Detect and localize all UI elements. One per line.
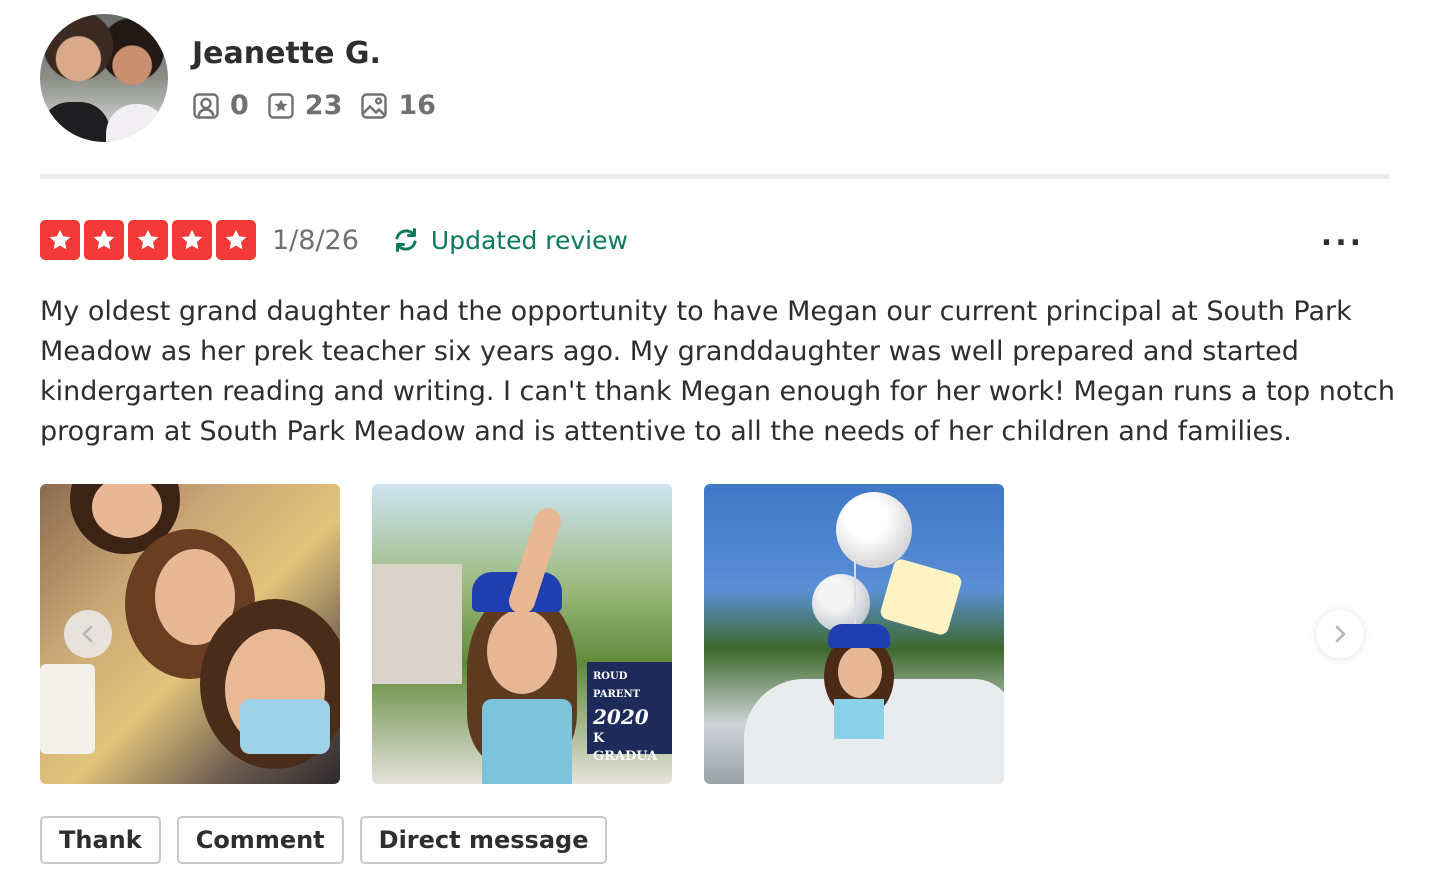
rating-star-3: [128, 220, 168, 260]
refresh-icon: [395, 228, 417, 252]
star-icon: [225, 229, 247, 250]
review-text: My oldest grand daughter had the opportu…: [40, 296, 1395, 447]
reviews-stat: 23: [267, 90, 343, 121]
photo-2-dress: [482, 699, 572, 784]
user-stats: 0 23 16: [192, 90, 436, 121]
review-date: 1/8/26: [272, 224, 359, 256]
photo-3-dress: [834, 699, 884, 739]
comment-button[interactable]: Comment: [176, 816, 344, 864]
review-photo-3[interactable]: [704, 484, 1004, 784]
review-actions: Thank Comment Direct message: [40, 816, 608, 864]
star-icon: [181, 229, 203, 250]
chevron-left-icon: [82, 625, 93, 643]
star-rating: [40, 220, 256, 260]
photos-stat: 16: [360, 90, 436, 121]
avatar-figure-left: [40, 102, 110, 142]
carousel-prev-button[interactable]: [64, 610, 112, 658]
review-meta-row: 1/8/26 Updated review ...: [40, 220, 1390, 260]
star-icon: [49, 229, 71, 250]
user-avatar[interactable]: [40, 14, 168, 142]
photo-1-cup: [40, 664, 95, 754]
star-icon: [93, 229, 115, 250]
photo-2-sign-line1: ROUD PARENT: [593, 671, 641, 700]
photo-3-grad-cap: [828, 624, 890, 648]
star-icon: [137, 229, 159, 250]
photo-3-balloon-a: [836, 492, 912, 568]
photo-1-mask: [240, 699, 330, 754]
photo-3-face: [838, 646, 882, 698]
rating-star-1: [40, 220, 80, 260]
photos-count: 16: [398, 90, 436, 121]
reviews-count: 23: [304, 90, 343, 121]
photo-2-sign-line2: 2020: [593, 705, 649, 729]
friends-icon: [193, 92, 219, 119]
photo-icon: [361, 92, 388, 119]
rating-star-4: [172, 220, 212, 260]
more-options-button[interactable]: ...: [1321, 221, 1364, 251]
section-divider: [40, 174, 1389, 179]
photo-3-balloon-c: [878, 557, 964, 637]
direct-message-button[interactable]: Direct message: [359, 816, 608, 864]
rating-star-2: [84, 220, 124, 260]
thank-button[interactable]: Thank: [40, 816, 161, 864]
friends-stat: 0: [192, 90, 249, 121]
reviewer-header: Jeanette G. 0 23 16: [40, 14, 740, 144]
rating-star-5: [216, 220, 256, 260]
photo-2-house: [372, 564, 462, 684]
photo-2-face: [487, 609, 557, 694]
friends-count: 0: [230, 90, 249, 121]
photo-carousel: ROUD PARENT 2020 K GRADUA: [40, 484, 1390, 784]
user-name[interactable]: Jeanette G.: [192, 36, 381, 71]
carousel-next-button[interactable]: [1316, 610, 1364, 658]
photo-2-sign-line3: K GRADUA: [593, 731, 658, 764]
avatar-figure-right: [106, 104, 168, 142]
updated-review-link[interactable]: Updated review: [391, 225, 628, 255]
chevron-right-icon: [1335, 625, 1346, 643]
photo-2-sign: ROUD PARENT 2020 K GRADUA: [587, 662, 672, 764]
updated-review-label: Updated review: [430, 225, 628, 255]
review-photo-2[interactable]: ROUD PARENT 2020 K GRADUA: [372, 484, 672, 784]
review-star-icon: [268, 92, 294, 119]
